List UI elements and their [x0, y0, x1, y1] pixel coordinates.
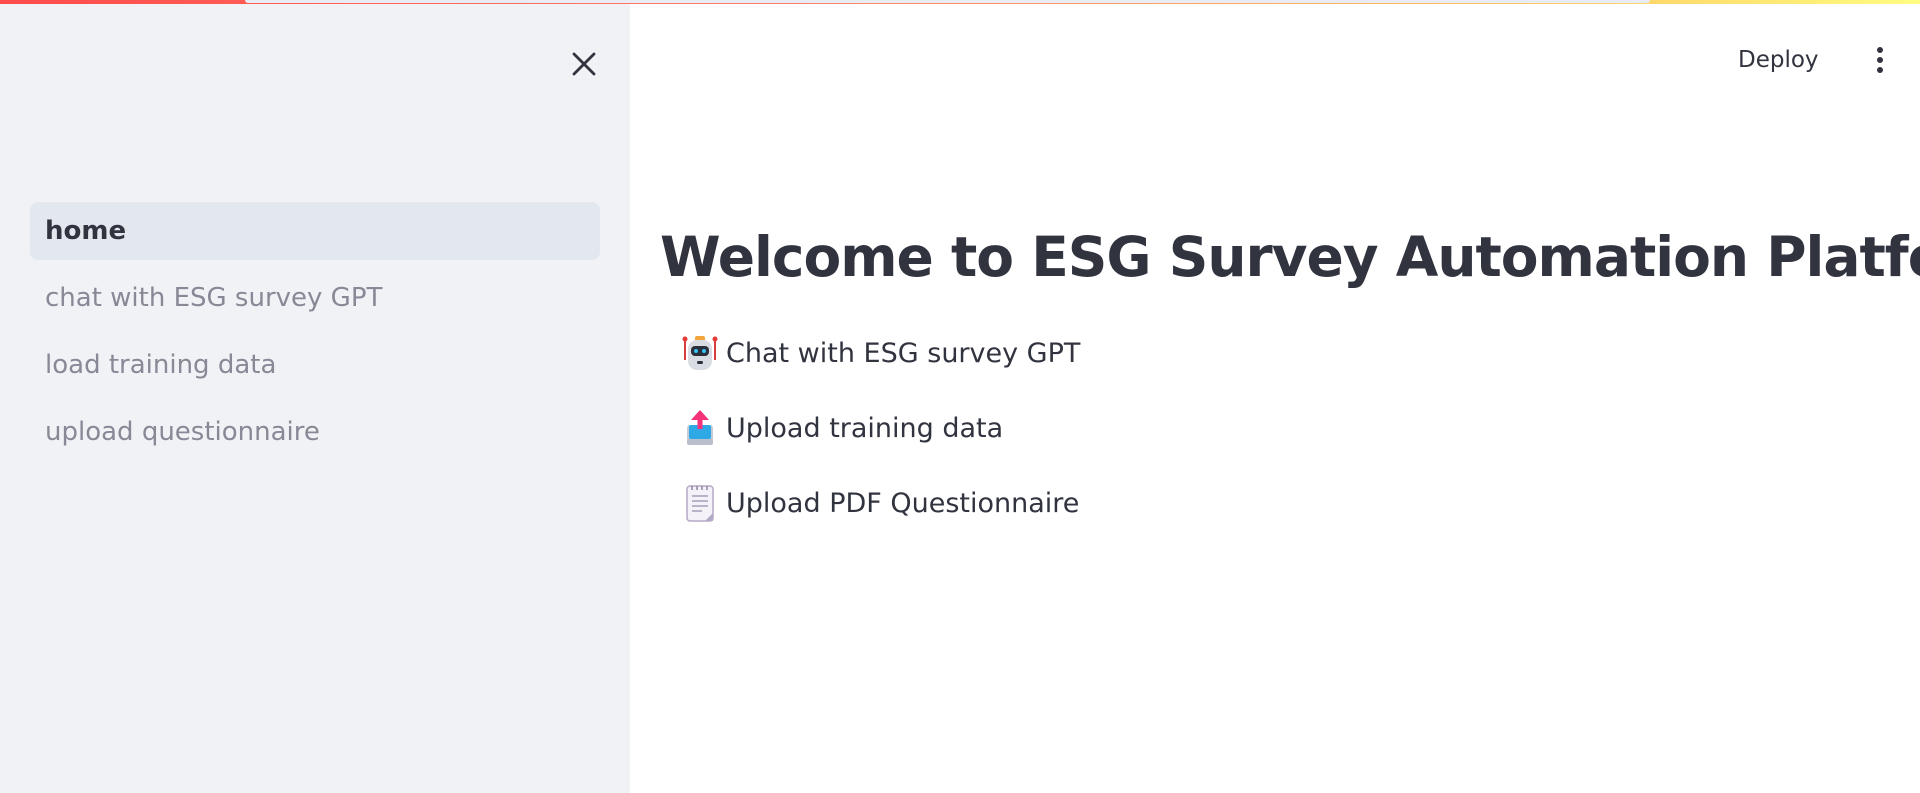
sidebar-item-label: load training data	[45, 350, 277, 380]
close-sidebar-button[interactable]	[566, 46, 602, 82]
sidebar-item-label: home	[45, 216, 127, 246]
close-icon	[572, 52, 596, 76]
main-content: Welcome to ESG Survey Automation Platfor…	[660, 0, 1920, 793]
notepad-icon	[682, 483, 718, 523]
sidebar-item-chat[interactable]: chat with ESG survey GPT	[30, 269, 600, 327]
upload-pdf-questionnaire-label: Upload PDF Questionnaire	[726, 487, 1080, 519]
sidebar-item-label: upload questionnaire	[45, 417, 320, 447]
upload-training-data-link[interactable]: Upload training data	[682, 403, 1080, 453]
sidebar-item-home[interactable]: home	[30, 202, 600, 260]
browser-address-pill	[245, 0, 1650, 3]
app-window: home chat with ESG survey GPT load train…	[0, 0, 1920, 793]
upload-tray-icon	[682, 408, 718, 448]
robot-icon	[682, 333, 718, 373]
sidebar-item-label: chat with ESG survey GPT	[45, 283, 383, 313]
upload-pdf-questionnaire-link[interactable]: Upload PDF Questionnaire	[682, 478, 1080, 528]
page-links: Chat with ESG survey GPT Upload training…	[682, 328, 1080, 553]
chat-link-label: Chat with ESG survey GPT	[726, 337, 1081, 369]
page-title: Welcome to ESG Survey Automation Platfor…	[660, 225, 1920, 289]
sidebar: home chat with ESG survey GPT load train…	[0, 0, 630, 793]
sidebar-item-upload-questionnaire[interactable]: upload questionnaire	[30, 403, 600, 461]
sidebar-nav: home chat with ESG survey GPT load train…	[30, 202, 600, 470]
upload-training-data-label: Upload training data	[726, 412, 1004, 444]
chat-link[interactable]: Chat with ESG survey GPT	[682, 328, 1080, 378]
sidebar-item-load-training-data[interactable]: load training data	[30, 336, 600, 394]
